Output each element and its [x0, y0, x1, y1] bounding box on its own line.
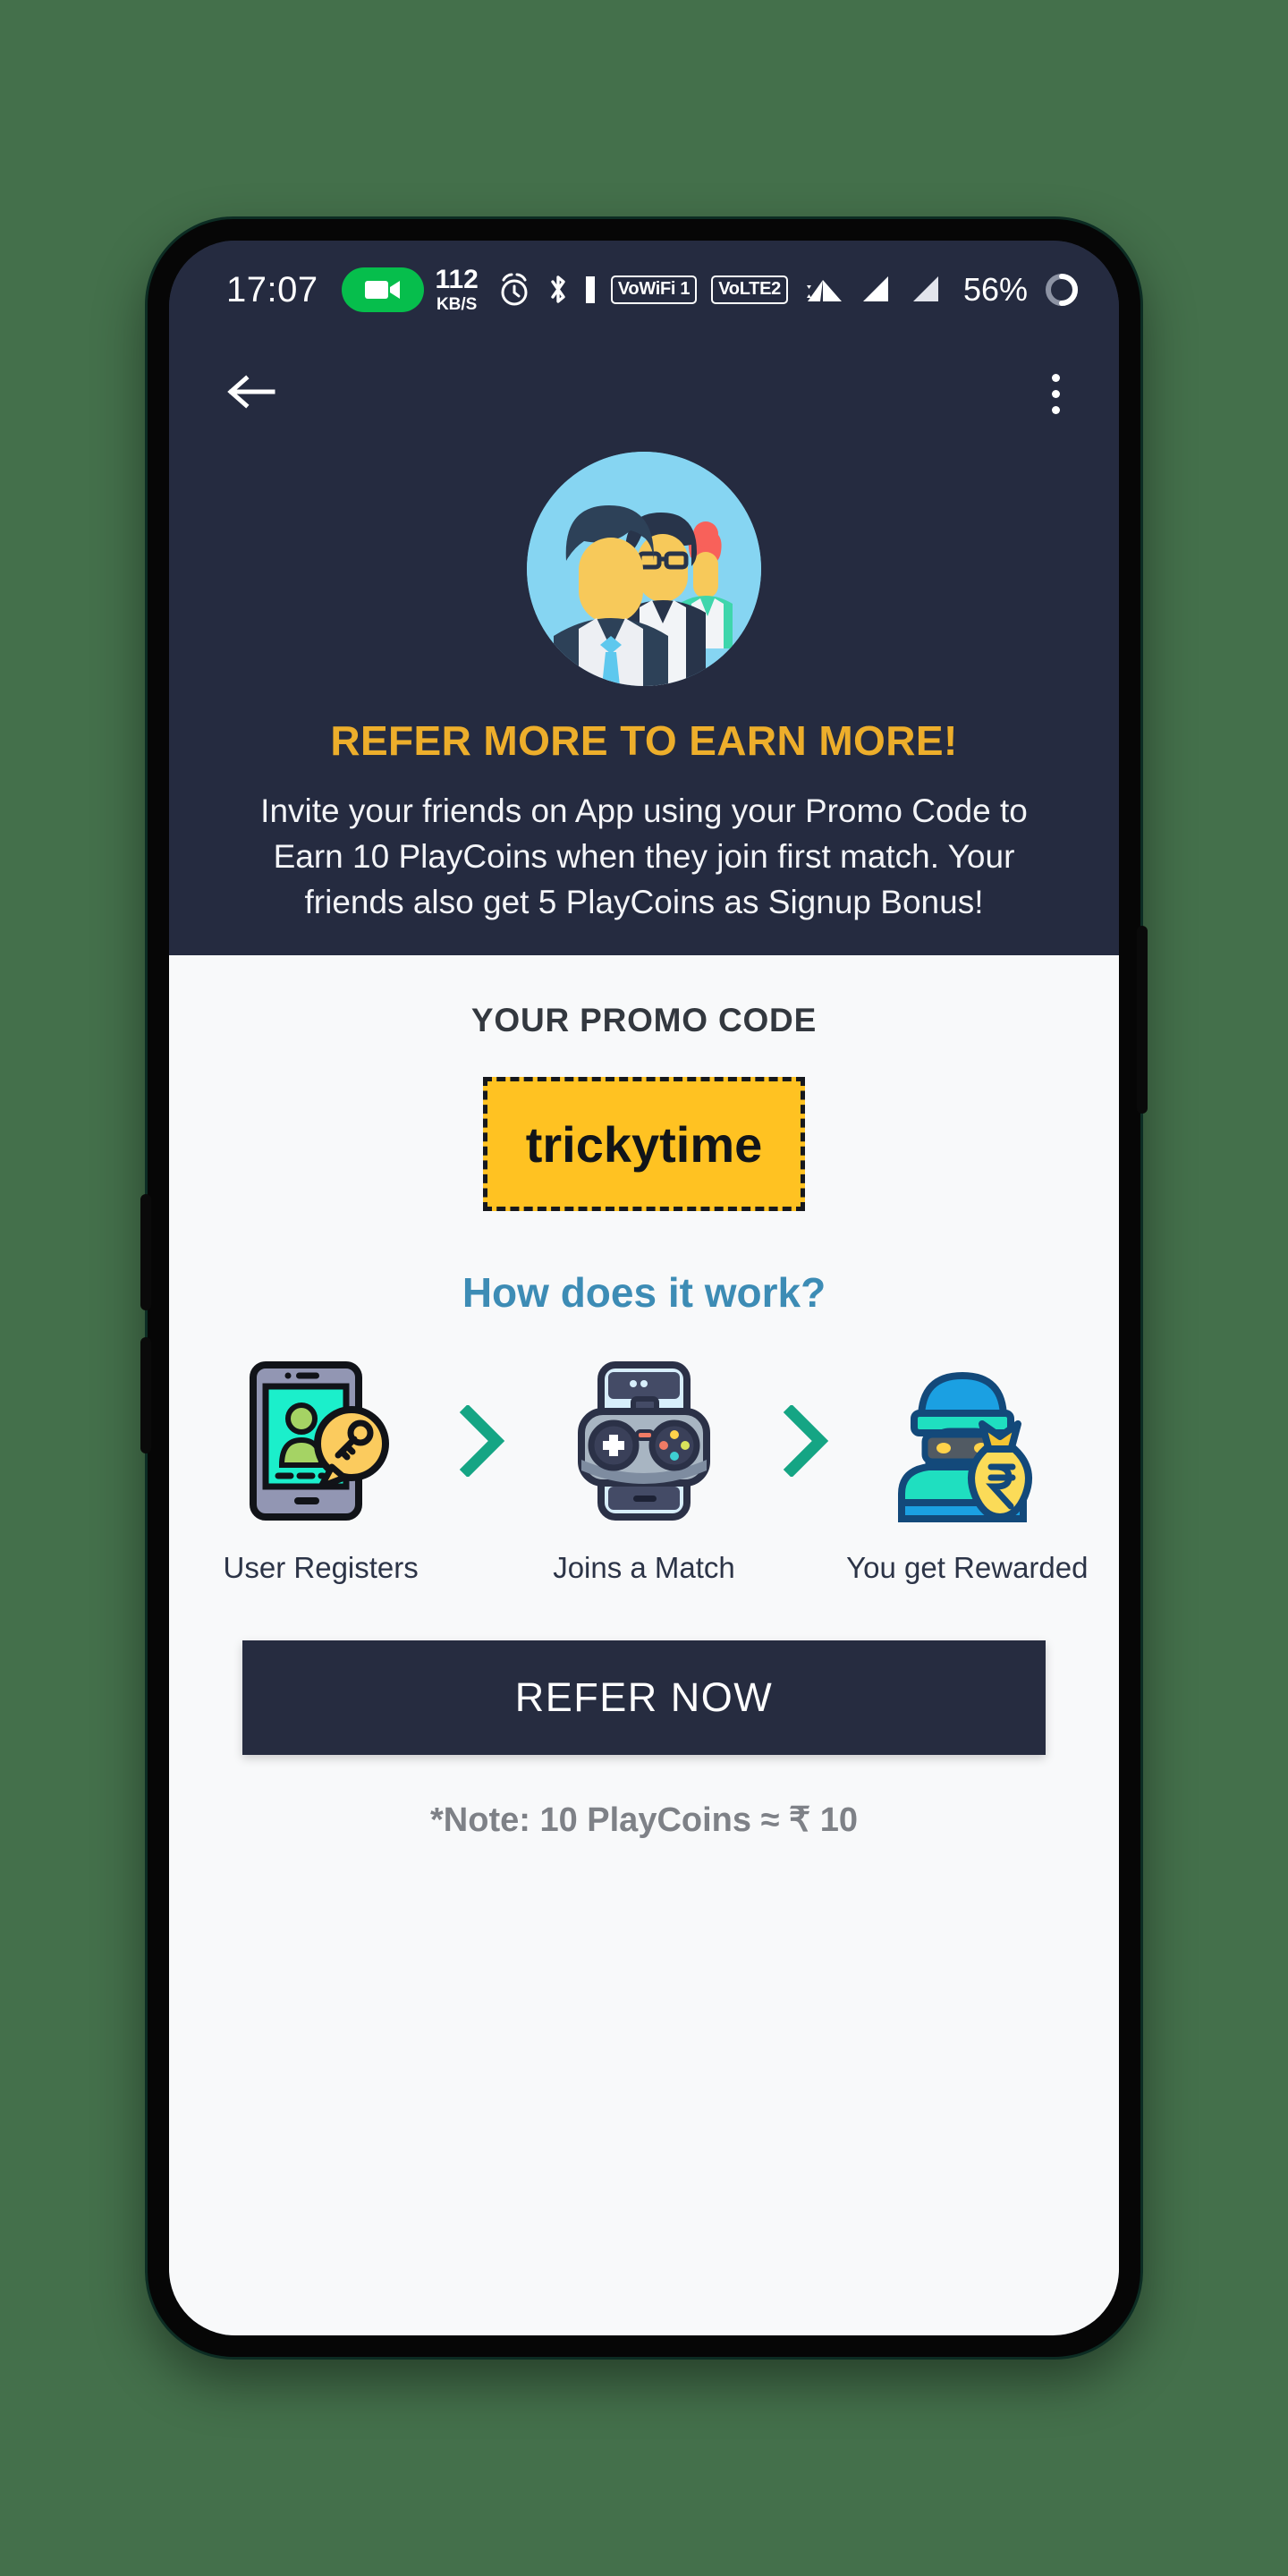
avatar [527, 452, 761, 686]
step-you-get-rewarded: You get Rewarded [846, 1356, 1089, 1585]
bluetooth-icon [551, 275, 565, 303]
step-label: You get Rewarded [846, 1551, 1089, 1585]
step-user-registers: User Registers [199, 1356, 442, 1585]
status-bar-left: 17:07 [226, 267, 424, 312]
video-camera-icon [364, 281, 400, 299]
app-bar [169, 339, 1119, 448]
status-bar: 17:07 112 KB/S VoWiFi 1 VoLTE2 56% [169, 241, 1119, 339]
page-title: REFER MORE TO EARN MORE! [330, 717, 958, 764]
promo-code-box[interactable]: trickytime [483, 1077, 805, 1212]
signal-bars-icon [862, 276, 888, 301]
phone-gamepad-icon [577, 1361, 710, 1521]
three-people-avatar-icon [527, 452, 761, 686]
sim-bar-icon [585, 276, 595, 303]
chevron-right-icon [460, 1405, 505, 1478]
refer-now-button[interactable]: REFER NOW [242, 1640, 1046, 1756]
network-speed-indicator: 112 KB/S [435, 265, 479, 314]
note-text: *Note: 10 PlayCoins ≈ ₹ 10 [430, 1801, 858, 1840]
promo-code-label: YOUR PROMO CODE [470, 1002, 818, 1039]
how-it-works-steps: User Registers Joins a Match You get Rew… [169, 1356, 1119, 1585]
screen-recording-indicator[interactable] [341, 267, 424, 312]
back-arrow-icon [227, 374, 275, 409]
vowifi-badge: VoWiFi 1 [610, 275, 698, 304]
alarm-clock-icon [501, 273, 528, 306]
step-label: Joins a Match [553, 1551, 735, 1585]
overflow-menu-button[interactable] [1043, 365, 1069, 423]
status-time: 17:07 [226, 269, 318, 309]
phone-screen: 17:07 112 KB/S VoWiFi 1 VoLTE2 56% REFER… [169, 241, 1119, 2335]
status-bar-right: 112 KB/S VoWiFi 1 VoLTE2 56% [435, 267, 1081, 313]
thief-money-bag-icon [898, 1372, 1033, 1523]
volte-badge: VoLTE2 [711, 275, 788, 304]
hero-description: Invite your friends on App using your Pr… [260, 792, 1028, 921]
step-arrow-2 [766, 1356, 846, 1526]
step-artwork [246, 1356, 396, 1526]
step-label: User Registers [223, 1551, 419, 1585]
hero-section: REFER MORE TO EARN MORE! Invite your fri… [169, 448, 1119, 956]
more-vertical-icon [1052, 389, 1060, 398]
step-artwork [887, 1356, 1046, 1526]
battery-ring-icon [1046, 274, 1078, 306]
network-speed-unit: KB/S [436, 295, 478, 314]
how-it-works-title: How does it work? [462, 1269, 826, 1317]
wifi-icon [806, 280, 842, 301]
step-joins-a-match: Joins a Match [522, 1356, 765, 1585]
volume-up-button[interactable] [140, 1194, 151, 1310]
volume-down-button[interactable] [140, 1337, 151, 1453]
power-button[interactable] [1137, 926, 1148, 1114]
phone-frame: 17:07 112 KB/S VoWiFi 1 VoLTE2 56% REFER… [140, 219, 1148, 2357]
step-arrow-1 [442, 1356, 522, 1526]
more-vertical-icon [1052, 373, 1060, 382]
battery-percent: 56% [962, 271, 1028, 308]
promo-code-value: trickytime [525, 1115, 763, 1173]
signal-bars-icon [912, 276, 938, 301]
more-vertical-icon [1052, 405, 1060, 414]
chevron-right-icon [783, 1405, 828, 1478]
tablet-user-key-icon [249, 1361, 389, 1521]
network-speed-value: 112 [435, 265, 479, 294]
content-sheet: YOUR PROMO CODE trickytime How does it w… [169, 955, 1119, 2335]
step-artwork [569, 1356, 719, 1526]
back-button[interactable] [219, 360, 284, 428]
